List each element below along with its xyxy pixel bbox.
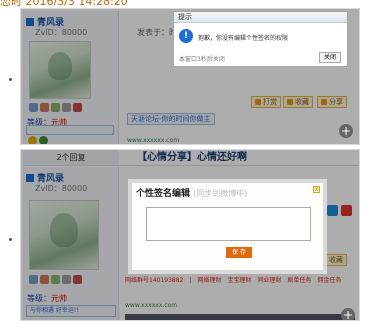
thread-title: 【心情分享】心情还好啊 (119, 150, 359, 166)
permission-dialog: 提示 ! 抱歉，你没有编辑个性签名的权限 本窗口3秒后关闭 关闭 (173, 11, 348, 67)
medal-icon (39, 136, 48, 144)
user-sidebar: 青风录 ZvID：80000 等级：元帅 与你相遇 好幸运!! (23, 167, 119, 320)
profile-icon[interactable] (62, 103, 71, 112)
dialog-title: 提示 (174, 12, 347, 23)
save-button[interactable]: 保 存 (226, 247, 252, 258)
medal-icon (28, 136, 37, 144)
share-qq-icon[interactable] (341, 205, 352, 216)
user-icon (26, 17, 34, 26)
level-label: 等级： (27, 294, 51, 303)
friend-icon[interactable] (40, 275, 49, 284)
signature-box[interactable] (26, 125, 114, 135)
zoom-in-icon[interactable]: + (341, 308, 355, 320)
medal-icons (28, 136, 48, 144)
favorite-button[interactable]: 收藏 (283, 96, 313, 108)
site-url[interactable]: www.xxxxxx.com (127, 137, 179, 144)
tip-button[interactable]: 打赏 (251, 96, 281, 108)
friend-icon[interactable] (40, 103, 49, 112)
dialog-message: 抱歉，你没有编辑个性签名的权限 (198, 35, 289, 42)
signature-dialog-title: 个性签名编辑 (同步到微博中) (136, 186, 247, 199)
favorite-label: 收藏 (295, 98, 309, 106)
user-level: 等级：元帅 (27, 293, 67, 304)
user-zvid: ZvID：80000 (35, 28, 88, 37)
user-action-icons (29, 275, 82, 284)
site-url[interactable]: www.xxxxxx.com (125, 302, 177, 309)
list-bullet (9, 78, 12, 81)
post-image (125, 314, 355, 320)
signature-edit-dialog: 个性签名编辑 (同步到微博中) x 保 存 (128, 179, 327, 274)
tip-label: 打赏 (263, 98, 277, 106)
signature-hint: (同步到微博中) (193, 189, 248, 198)
signature-tagline[interactable]: 天涯论坛-你的时间你做主 (127, 113, 215, 125)
close-button[interactable]: 关闭 (319, 52, 342, 63)
signature-tagline[interactable]: 与你相遇 好幸运!! (26, 305, 116, 317)
favorite-label: 收藏 (329, 256, 343, 264)
list-bullet (9, 238, 12, 241)
dialog-note: 本窗口3秒后关闭 (179, 56, 225, 63)
screenshot-signature-edit: 2个回复 【心情分享】心情还好啊 青风录 ZvID：80000 等级：元帅 与你… (20, 149, 360, 321)
screenshot-no-permission: 青风录 ZvID：80000 等级：元帅 发表于：昨天 16:21 打赏 收藏 … (20, 8, 360, 145)
user-icon (26, 173, 34, 182)
share-button[interactable]: 分享 (317, 96, 347, 108)
user-zvid: ZvID：80000 (35, 184, 88, 193)
user-action-icons (29, 103, 82, 112)
zoom-in-icon[interactable]: + (339, 124, 353, 138)
promo-links[interactable]: 网络群号140193882 | 网络理财 宝宝理财 同业理财 剧单任务 佣金任务 (125, 275, 341, 284)
message-icon[interactable] (29, 103, 38, 112)
avatar[interactable] (29, 41, 91, 99)
gift-icon[interactable] (73, 275, 82, 284)
avatar[interactable] (29, 200, 99, 270)
user-sidebar: 青风录 ZvID：80000 等级：元帅 (23, 11, 119, 144)
search-icon[interactable] (51, 103, 60, 112)
share-label: 分享 (329, 98, 343, 106)
info-icon: ! (179, 29, 193, 43)
reply-count: 2个回复 (23, 150, 119, 166)
level-value: 元帅 (51, 294, 67, 303)
gift-icon[interactable] (73, 103, 82, 112)
share-weibo-icon[interactable] (327, 205, 338, 216)
message-icon[interactable] (29, 275, 38, 284)
close-icon[interactable]: x (313, 186, 320, 193)
search-icon[interactable] (51, 275, 60, 284)
signature-textarea[interactable] (146, 207, 311, 241)
profile-icon[interactable] (62, 275, 71, 284)
signature-title-text: 个性签名编辑 (136, 189, 191, 199)
